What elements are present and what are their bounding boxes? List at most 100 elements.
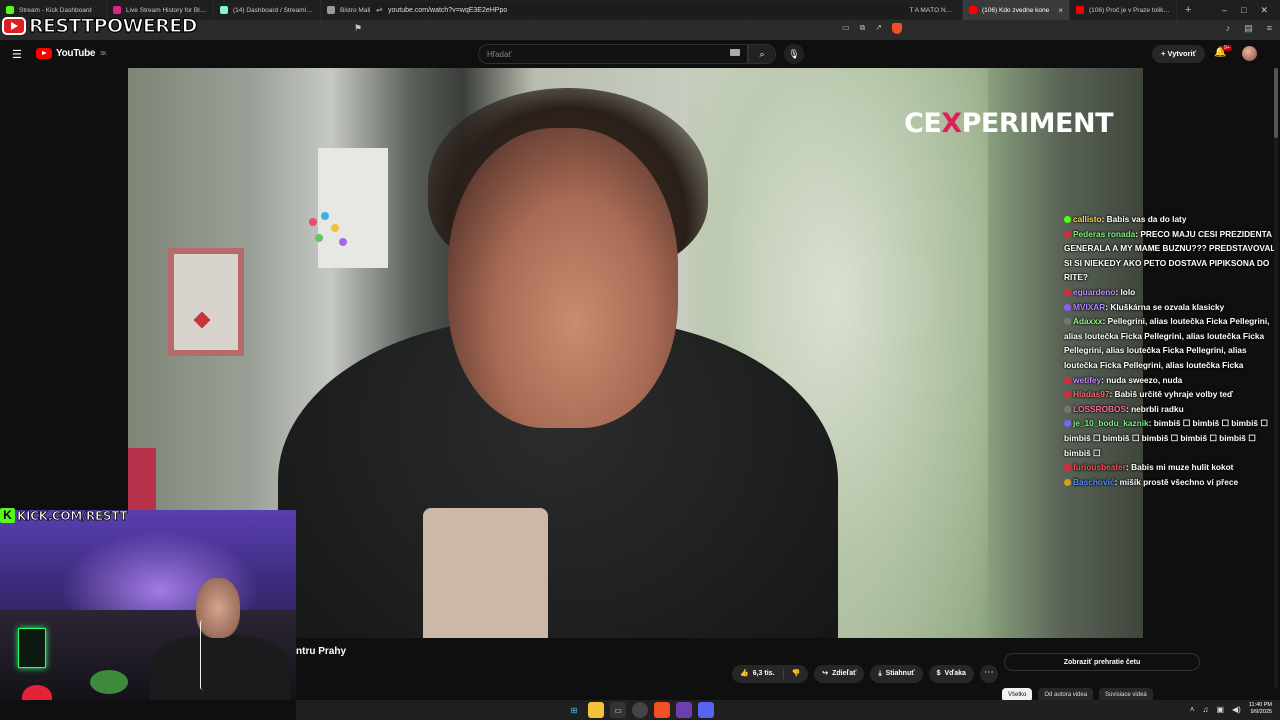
volume-icon[interactable]: ◀) <box>1232 705 1241 714</box>
stream-chat-overlay: callisto: Babis vas da do laty Pederas ro… <box>1064 212 1276 489</box>
taskbar-apps: ⊞ ▭ <box>566 702 714 718</box>
windows-taskbar: ⊞ ▭ ˄ ♫ ▣ ◀) 11:40 PM 9/9/2025 <box>296 700 1280 720</box>
search-input[interactable]: Hľadať <box>478 44 748 64</box>
microphone-tray-icon[interactable]: ♫ <box>1202 705 1208 714</box>
like-button[interactable]: 👍 6,3 tis. <box>732 665 783 683</box>
minimize-icon[interactable]: – <box>1222 5 1227 15</box>
share-button[interactable]: ↪ Zdieľať <box>814 665 865 683</box>
youtube-wordmark: YouTube <box>56 48 96 59</box>
app-icon[interactable] <box>676 702 692 718</box>
thanks-button[interactable]: $ Vďaka <box>928 665 974 683</box>
youtube-logo[interactable]: YouTube SK <box>36 48 107 59</box>
system-clock[interactable]: 11:40 PM 9/9/2025 <box>1249 702 1272 716</box>
chat-username: wetifey <box>1073 374 1102 385</box>
window-controls: – □ ✕ <box>1222 0 1276 20</box>
youtube-logo-icon <box>2 17 26 35</box>
chat-text: Kluškárna se ozvala klasicky <box>1108 301 1225 312</box>
clock-time: 11:40 PM <box>1248 702 1272 708</box>
terminal-icon[interactable]: ▭ <box>610 702 626 718</box>
url-field[interactable]: ⇌ youtube.com/watch?v=wqE3E2eHPpo <box>370 3 910 17</box>
search-button[interactable]: ⌕ <box>748 44 776 64</box>
chat-badge-icon <box>1064 303 1071 311</box>
tab-close-icon[interactable]: × <box>1058 6 1063 15</box>
like-dislike-group: 👍 6,3 tis. 👎 <box>732 665 809 683</box>
start-button-icon[interactable]: ⊞ <box>566 702 582 718</box>
share-icon: ↪ <box>822 670 829 677</box>
colorful-decor <box>303 208 363 268</box>
chat-text: Babiš určitě vyhraje volby teď <box>1112 389 1234 400</box>
maximize-icon[interactable]: □ <box>1241 5 1246 15</box>
brave-shield-icon[interactable] <box>891 23 902 34</box>
translate-icon[interactable]: ⧉ <box>860 23 866 34</box>
share-page-icon[interactable]: ↗ <box>875 23 882 34</box>
melon-plush <box>90 670 128 694</box>
chat-badge-icon <box>1064 288 1071 296</box>
obs-icon[interactable] <box>632 702 648 718</box>
browser-tab[interactable]: (106) Proč je v Praze tolik obch <box>1070 0 1177 20</box>
pc-case <box>18 628 46 668</box>
chat-text: nuda sweezo, nuda <box>1103 374 1183 385</box>
create-button[interactable]: + Vytvoriť <box>1152 45 1206 63</box>
more-actions-icon[interactable]: ⋯ <box>979 665 998 683</box>
cast-icon[interactable]: ▭ <box>842 23 850 34</box>
tab-label: (14) Dashboard / Streamlabs <box>233 6 314 14</box>
chat-username: je_10_bodu_kaznik <box>1073 418 1149 429</box>
browser-tab[interactable]: (106) Kdo zvedne kone × <box>963 0 1070 20</box>
chat-message: callisto: Babis vas da do laty <box>1064 212 1276 227</box>
dislike-button[interactable]: 👎 <box>784 665 809 683</box>
close-window-icon[interactable]: ✕ <box>1260 5 1268 16</box>
sidebar-icon[interactable]: ▤ <box>1244 23 1253 34</box>
page-scrollbar[interactable] <box>1274 68 1278 688</box>
brave-browser-icon[interactable] <box>654 702 670 718</box>
chat-text: nebrbli radku <box>1128 403 1184 414</box>
address-actions: ▭ ⧉ ↗ <box>842 23 902 34</box>
account-avatar[interactable] <box>1242 46 1257 61</box>
search-icon: ⌕ <box>759 49 765 59</box>
chat-message: Baschović: mišík prostě všechno ví přece <box>1064 475 1276 490</box>
scrollbar-thumb[interactable] <box>1274 68 1278 138</box>
tab-favicon-icon <box>327 6 335 14</box>
new-tab-button[interactable]: + <box>1177 4 1199 16</box>
microphone-icon: 🎙 <box>788 49 800 59</box>
thumbs-down-icon: 👎 <box>791 670 801 677</box>
chat-username: callisto <box>1073 214 1102 224</box>
chat-message: Hladas97: Babiš určitě vyhraje volby teď <box>1064 387 1276 402</box>
system-tray: ˄ ♫ ▣ ◀) 11:40 PM 9/9/2025 <box>1190 702 1272 716</box>
voice-search-button[interactable]: 🎙 <box>784 44 804 64</box>
site-info-icon[interactable]: ⇌ <box>376 5 383 14</box>
chevron-up-icon[interactable]: ˄ <box>1190 705 1195 714</box>
chat-badge-icon <box>1064 391 1071 399</box>
experiment-logo: CEXPERIMENT <box>904 108 1114 139</box>
chat-text: lolo <box>1118 286 1136 297</box>
tab-label: (106) Proč je v Praze tolik obch <box>1089 6 1170 14</box>
thumbs-up-icon: 👍 <box>740 670 749 677</box>
channel-logo-text: RESTTPOWERED <box>28 14 198 37</box>
like-count: 6,3 tis. <box>752 670 775 677</box>
chat-message: LOSSROBOS: nebrbli radku <box>1064 402 1276 417</box>
chat-username: Baschović <box>1073 476 1115 487</box>
discord-icon[interactable] <box>698 702 714 718</box>
bookmark-icon[interactable]: ⚑ <box>354 23 362 34</box>
download-button[interactable]: ⤓ Stiahnuť <box>870 665 923 683</box>
music-icon[interactable]: ♪ <box>1226 23 1231 34</box>
notification-count-badge: 9+ <box>1222 45 1232 51</box>
network-icon[interactable]: ▣ <box>1216 705 1224 714</box>
browser-tab[interactable]: (14) Dashboard / Streamlabs <box>214 0 321 20</box>
chat-text: Babis mi muze hulit kokot <box>1128 462 1234 473</box>
webcam-overlay <box>0 510 296 700</box>
chat-badge-icon <box>1064 478 1071 486</box>
hamburger-menu-icon[interactable]: ☰ <box>12 48 22 61</box>
show-chat-replay-button[interactable]: Zobraziť prehratie četu <box>1004 653 1200 671</box>
youtube-play-icon <box>36 48 52 59</box>
clock-date: 9/9/2025 <box>1250 709 1272 715</box>
tab-favicon-icon <box>6 6 14 14</box>
kick-url-overlay: K KICK.COM/RESTT <box>0 508 128 523</box>
channel-logo-overlay: RESTTPOWERED <box>2 14 198 38</box>
file-explorer-icon[interactable] <box>588 702 604 718</box>
menu-icon[interactable]: ≡ <box>1267 23 1272 34</box>
share-label: Zdieľať <box>832 670 857 677</box>
chat-username: LOSSROBOS <box>1073 403 1127 414</box>
chat-message: wetifey: nuda sweezo, nuda <box>1064 373 1276 388</box>
keyboard-icon[interactable] <box>730 49 740 56</box>
chat-message: Adaxxx: Pellegrini, alias loutečka Ficka… <box>1064 316 1270 370</box>
